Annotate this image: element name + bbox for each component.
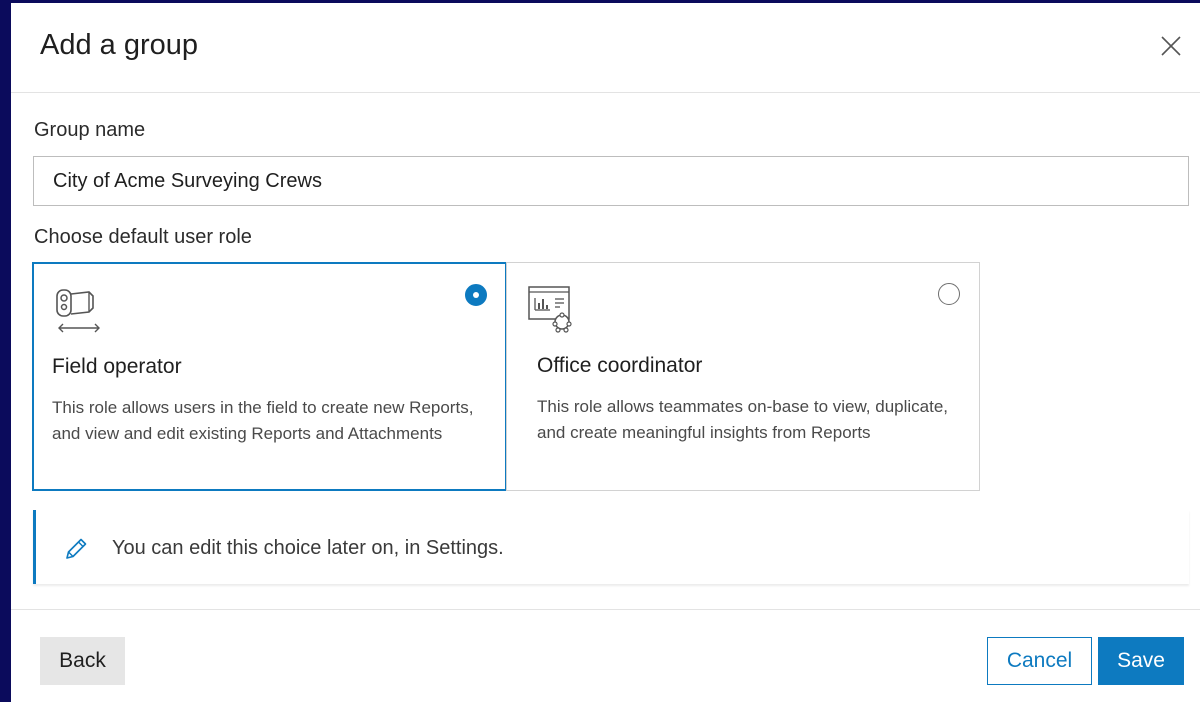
info-text: You can edit this choice later on, in Se… [112,537,504,559]
office-coordinator-radio[interactable] [938,283,960,305]
pencil-icon [66,538,87,559]
dialog-header: Add a group [11,3,1200,93]
cancel-button[interactable]: Cancel [987,637,1092,685]
dialog-title: Add a group [40,29,199,61]
back-button[interactable]: Back [40,637,125,685]
office-coordinator-description: This role allows teammates on-base to vi… [537,397,949,442]
field-operator-description: This role allows users in the field to c… [52,398,474,443]
save-button[interactable]: Save [1098,637,1184,685]
role-card-field-operator[interactable]: Field operator This role allows users in… [32,262,507,491]
dialog-footer: Back Cancel Save [11,609,1200,702]
add-group-dialog: Add a group Group name Choose default us… [11,3,1200,702]
field-operator-title: Field operator [52,355,182,378]
role-label: Choose default user role [34,226,252,248]
rangefinder-icon [56,289,100,333]
close-button[interactable] [1159,34,1183,58]
group-name-input[interactable] [33,156,1189,206]
group-name-label: Group name [34,119,146,141]
info-notice: You can edit this choice later on, in Se… [33,510,1189,584]
office-coordinator-title: Office coordinator [537,354,703,377]
report-insights-icon [528,286,572,333]
role-card-office-coordinator[interactable]: Office coordinator This role allows team… [506,262,980,491]
field-operator-radio[interactable] [465,284,487,306]
close-icon [1161,36,1181,56]
